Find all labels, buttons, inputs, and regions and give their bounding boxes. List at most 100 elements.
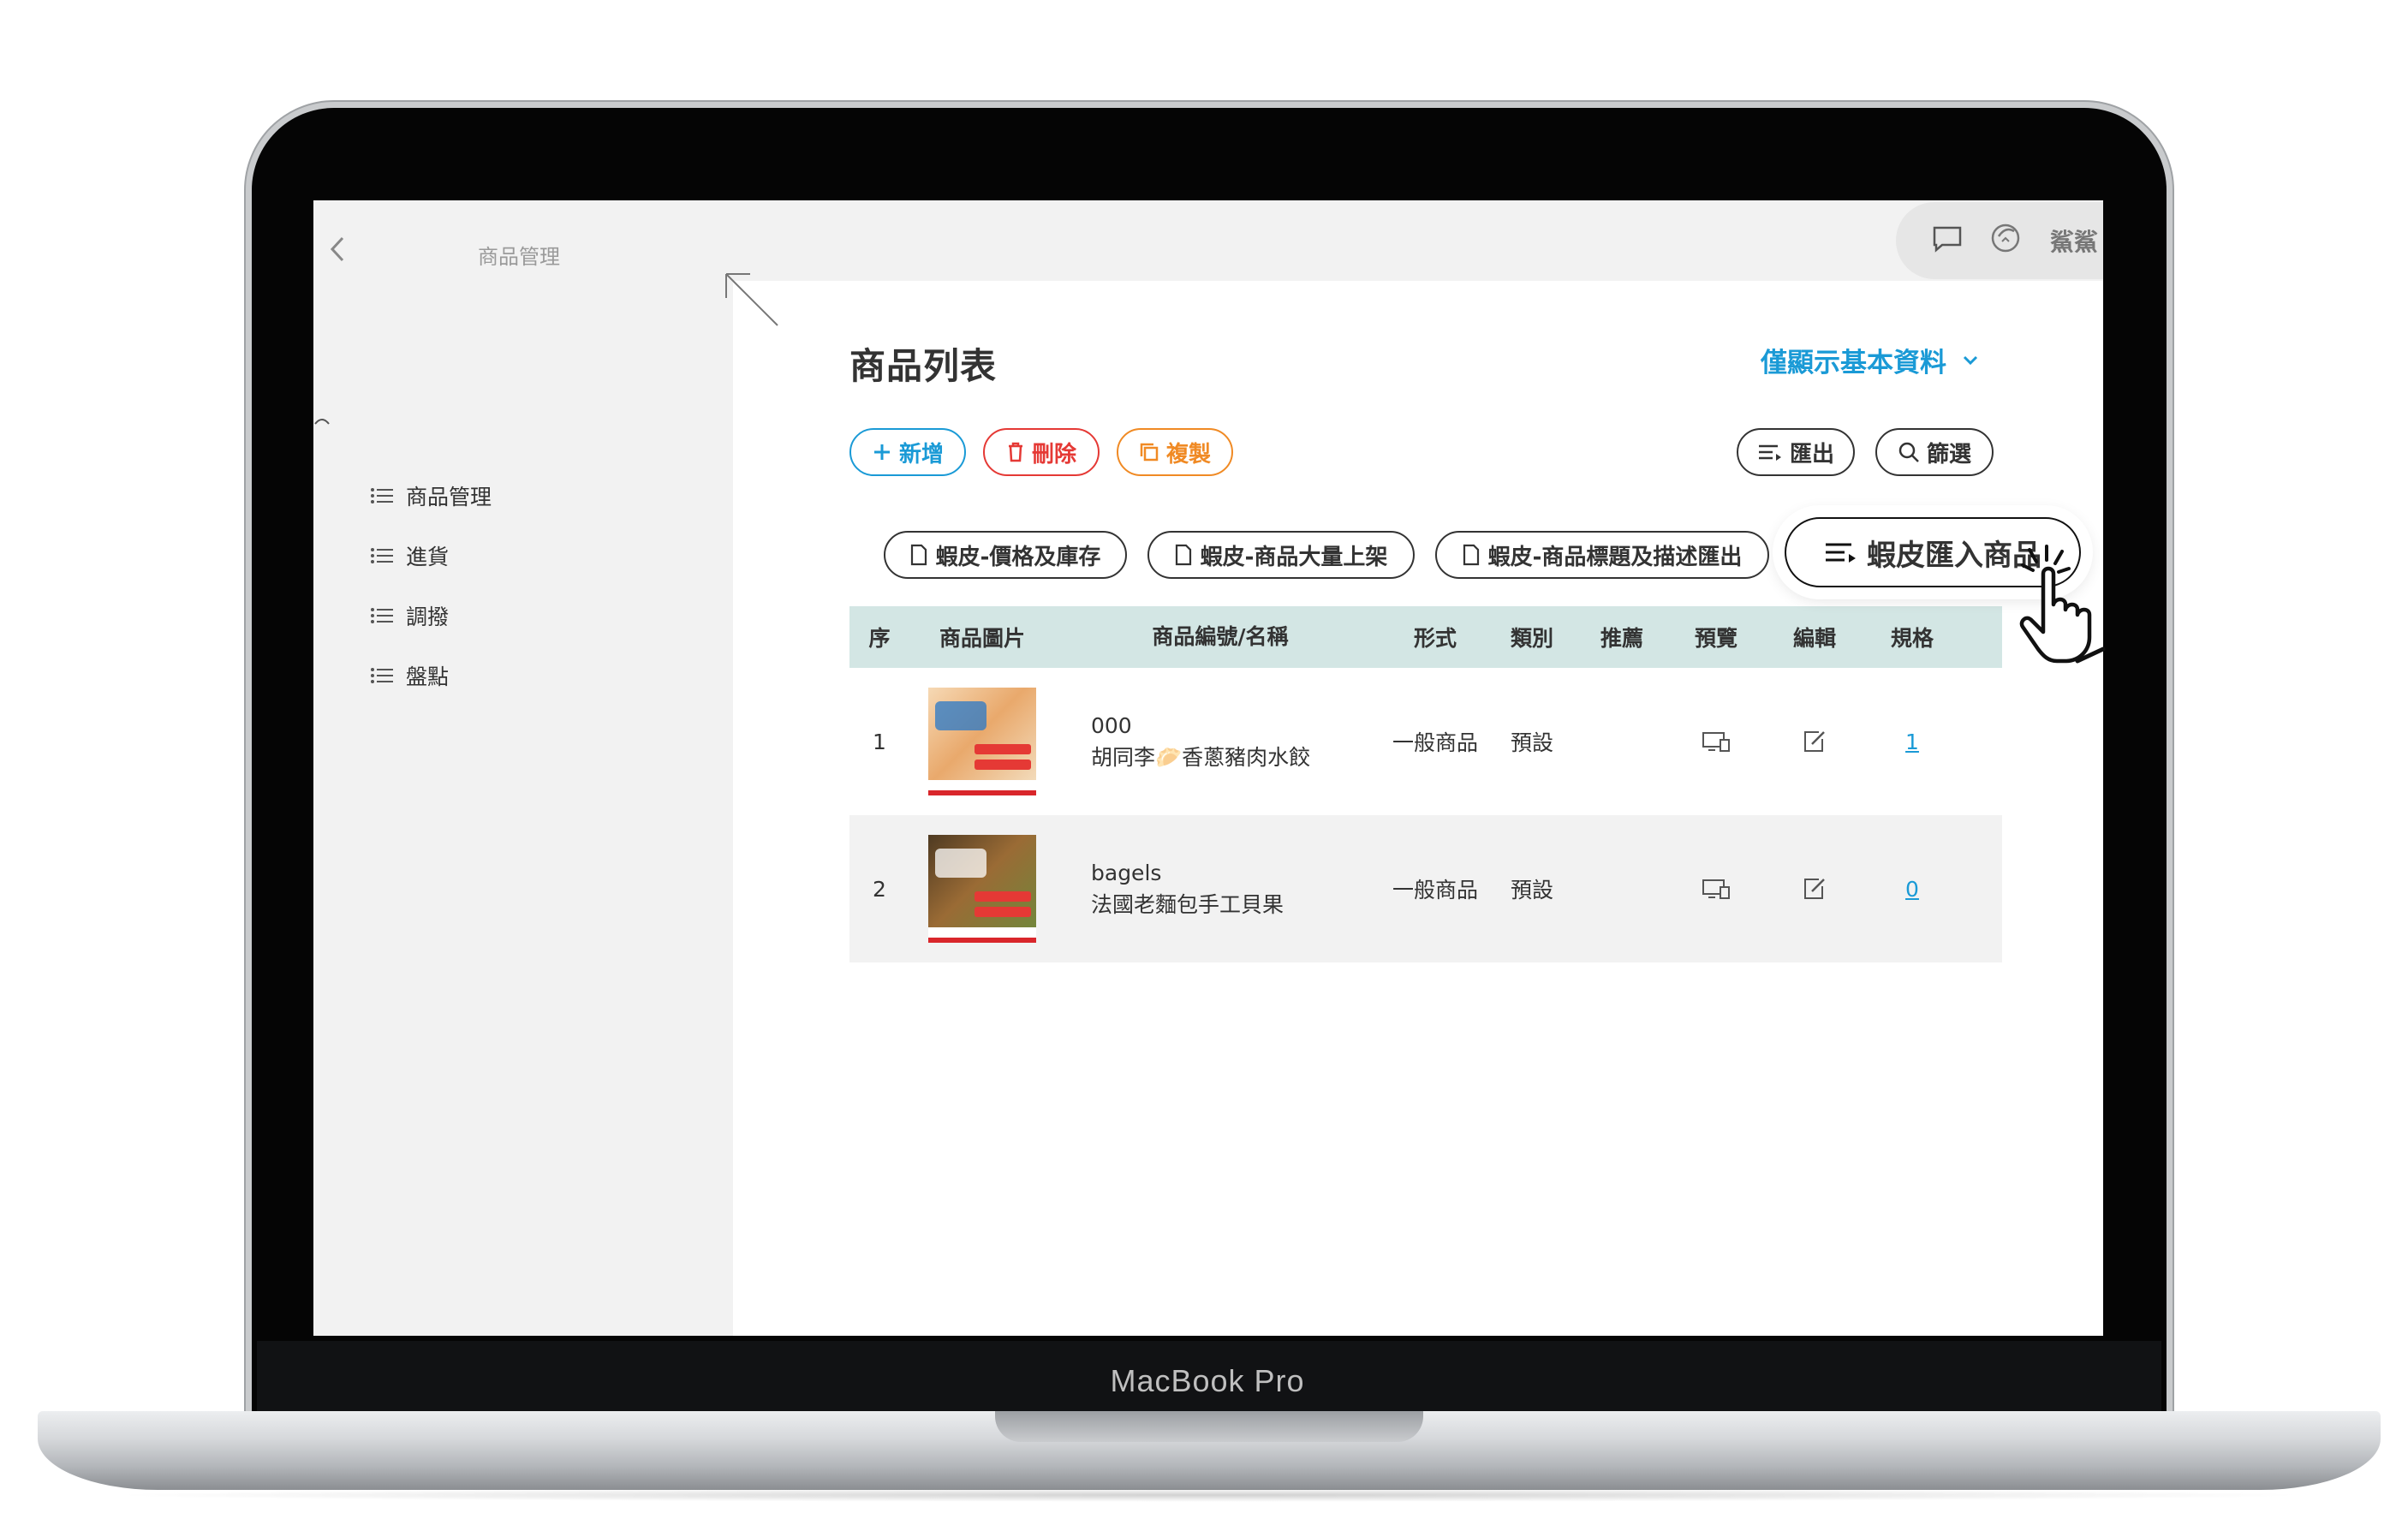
thumbnail-banner [935, 701, 986, 730]
thumbnail-tag [975, 891, 1031, 902]
copy-button-label: 複製 [1165, 441, 1211, 468]
copy-icon [1140, 443, 1159, 462]
thumbnail-tag [975, 744, 1031, 754]
resize-arrow-icon [725, 273, 778, 326]
list-icon [370, 667, 406, 684]
avatar[interactable] [1985, 219, 2028, 262]
thumbnail-footer-stripe [928, 790, 1036, 795]
col-spec: 規格 [1890, 626, 1934, 651]
col-name[interactable]: 商品編號/名稱 [1055, 621, 1386, 653]
row-seq: 2 [873, 876, 886, 902]
table-row[interactable]: 1 000 胡同李🥟香蔥豬肉水餃 一般商品 預設 1 [849, 668, 2002, 815]
col-type: 形式 [1413, 626, 1457, 651]
product-type: 一般商品 [1392, 878, 1478, 903]
add-button-label: 新增 [898, 441, 944, 468]
template-button-label: 蝦皮-商品標題及描述匯出 [1487, 544, 1743, 570]
search-icon [1898, 442, 1919, 462]
shark-logo-icon [1991, 223, 2020, 253]
filter-button-label: 篩選 [1926, 441, 1971, 468]
spec-count-link[interactable]: 1 [1905, 730, 1919, 754]
export-icon [1758, 444, 1781, 461]
spec-count-link[interactable]: 0 [1905, 877, 1919, 902]
sidebar: 商品管理 商品管理 進貨 調撥 盤點 [313, 200, 733, 1336]
chat-icon [1933, 226, 1962, 253]
table-header: 序 商品圖片 商品編號/名稱 形式 類別 推薦 預覽 編輯 規格 [849, 606, 2002, 668]
edit-button[interactable] [1767, 729, 1862, 754]
sidebar-item-transfer[interactable]: 調撥 [370, 586, 492, 646]
basic-info-label: 僅顯示基本資料 [1761, 348, 1946, 378]
sidebar-item-product-management[interactable]: 商品管理 [370, 466, 492, 526]
product-category: 預設 [1510, 878, 1553, 903]
template-button-price-stock[interactable]: 蝦皮-價格及庫存 [884, 531, 1127, 579]
thumbnail-banner [935, 849, 986, 878]
preview-button[interactable] [1665, 730, 1767, 753]
edit-icon [1804, 731, 1825, 752]
product-name: 胡同李🥟香蔥豬肉水餃 [1091, 745, 1311, 770]
product-thumbnail[interactable] [928, 835, 1036, 943]
sidebar-item-label: 進貨 [406, 545, 450, 569]
collapse-marker[interactable] [313, 409, 331, 431]
col-image: 商品圖片 [939, 626, 1025, 651]
col-edit: 編輯 [1792, 626, 1836, 651]
user-bar: 鯊鯊 [1896, 202, 2103, 279]
product-name: 法國老麵包手工貝果 [1091, 892, 1284, 917]
template-button-label: 蝦皮-價格及庫存 [935, 544, 1101, 570]
sidebar-nav: 商品管理 進貨 調撥 盤點 [370, 466, 492, 706]
pointer-hand-icon [2019, 545, 2106, 664]
product-thumbnail[interactable] [928, 688, 1036, 795]
delete-button-label: 刪除 [1031, 441, 1076, 468]
page-title: 商品列表 [849, 345, 998, 387]
edit-button[interactable] [1767, 876, 1862, 902]
export-button-label: 匯出 [1789, 441, 1834, 468]
product-thumbnail-cell [909, 835, 1055, 943]
table-row[interactable]: 2 bagels 法國老麵包手工貝果 一般商品 預設 0 [849, 815, 2002, 962]
file-icon [1463, 544, 1479, 566]
sidebar-item-stocktake[interactable]: 盤點 [370, 646, 492, 706]
product-code: bagels [1091, 860, 1162, 885]
product-table: 序 商品圖片 商品編號/名稱 形式 類別 推薦 預覽 編輯 規格 1 000 胡… [849, 606, 2002, 962]
sidebar-item-purchase[interactable]: 進貨 [370, 526, 492, 586]
basic-info-toggle[interactable]: 僅顯示基本資料 [1761, 341, 1979, 379]
sidebar-item-label: 商品管理 [406, 485, 492, 509]
list-icon [370, 487, 406, 504]
sidebar-title: 商品管理 [478, 245, 560, 269]
chevron-left-icon [330, 236, 344, 262]
edit-icon [1804, 879, 1825, 899]
plus-icon [873, 444, 890, 460]
trash-icon [1008, 442, 1022, 462]
product-name-cell: bagels 法國老麵包手工貝果 [1055, 857, 1386, 921]
laptop-base-notch [995, 1411, 1423, 1442]
spec-cell: 1 [1862, 730, 1963, 754]
laptop-shadow [103, 1488, 2316, 1502]
preview-icon [1702, 879, 1730, 899]
app-screen: 商品管理 商品管理 進貨 調撥 盤點 鯊鯊 商品列表 僅顯示基本資料 新增 刪除… [313, 200, 2103, 1336]
list-icon [370, 547, 406, 564]
main-panel: 商品列表 僅顯示基本資料 新增 刪除 複製 匯出 篩選 蝦皮-價格及庫存 蝦皮-… [725, 273, 2103, 1336]
chat-button[interactable] [1932, 225, 1963, 256]
filter-button[interactable]: 篩選 [1875, 428, 1994, 476]
back-button[interactable] [327, 235, 348, 271]
caret-icon [314, 419, 330, 425]
device-brand-label: MacBook Pro [1110, 1363, 1305, 1398]
export-button[interactable]: 匯出 [1737, 428, 1855, 476]
col-category: 類別 [1510, 626, 1553, 651]
col-recommend: 推薦 [1600, 626, 1643, 651]
col-seq: 序 [868, 626, 891, 651]
template-button-bulk-listing[interactable]: 蝦皮-商品大量上架 [1147, 531, 1415, 579]
product-category: 預設 [1510, 730, 1553, 755]
add-button[interactable]: 新增 [849, 428, 966, 476]
template-button-title-description-export[interactable]: 蝦皮-商品標題及描述匯出 [1435, 531, 1769, 579]
preview-icon [1702, 732, 1730, 752]
thumbnail-footer-stripe [928, 938, 1036, 943]
list-icon [370, 607, 406, 624]
template-button-label: 蝦皮-商品大量上架 [1200, 544, 1388, 570]
delete-button[interactable]: 刪除 [983, 428, 1100, 476]
product-code: 000 [1091, 712, 1132, 738]
sidebar-item-label: 盤點 [406, 664, 450, 689]
sidebar-item-label: 調撥 [406, 605, 450, 629]
user-name: 鯊鯊 [2050, 228, 2099, 256]
product-name-cell: 000 胡同李🥟香蔥豬肉水餃 [1055, 710, 1386, 774]
preview-button[interactable] [1665, 878, 1767, 900]
shopee-import-label: 蝦皮匯入商品 [1867, 538, 2041, 573]
copy-button[interactable]: 複製 [1117, 428, 1233, 476]
